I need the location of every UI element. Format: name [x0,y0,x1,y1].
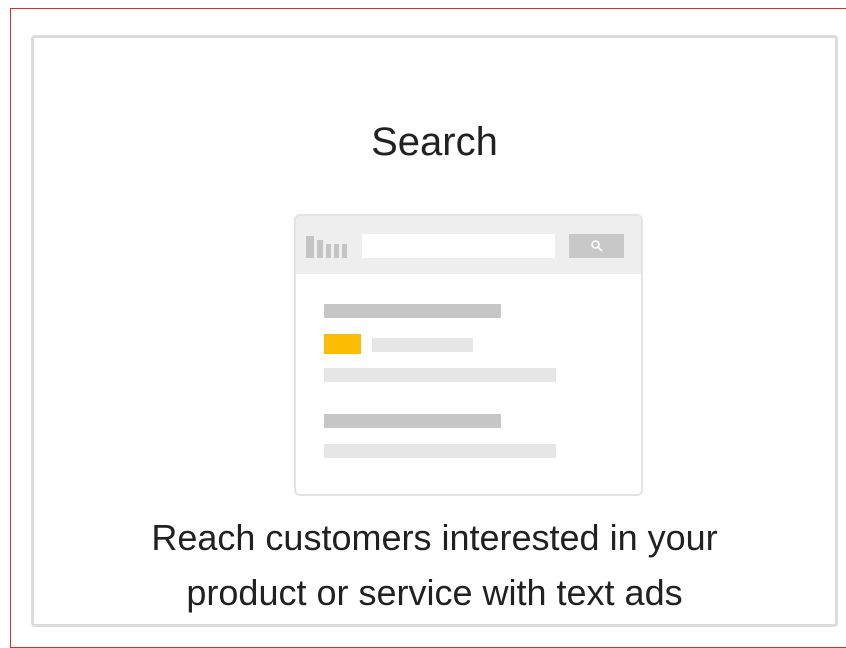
description-line: product or service with text ads [186,572,683,613]
card-title: Search [371,120,498,164]
result-text-line [324,368,556,382]
result-url-line [372,338,473,352]
search-icon [591,240,603,252]
card-description: Reach customers interested in your produ… [34,510,835,620]
logo-bars-icon [306,232,356,258]
search-box-graphic [362,234,555,258]
ad-badge-icon [324,334,361,354]
result-title-line [324,304,501,318]
search-results-page-icon [294,214,643,496]
result-text-line [324,444,556,458]
search-campaign-card[interactable]: Search Reach customers interested in you… [31,35,838,627]
browser-toolbar [296,216,641,274]
result-title-line [324,414,501,428]
description-line: Reach customers interested in your [151,517,718,558]
search-button-graphic [569,234,624,258]
